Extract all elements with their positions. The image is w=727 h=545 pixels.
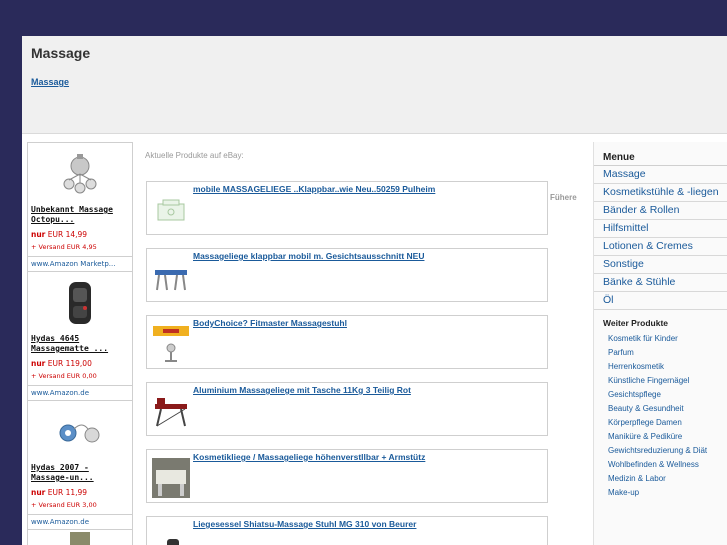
product-image[interactable] (31, 401, 129, 463)
item-image[interactable] (152, 458, 190, 498)
price-prefix: nur (31, 230, 46, 239)
item-image[interactable] (152, 257, 190, 297)
list-item[interactable]: BodyChoice? Fitmaster Massagestuhl (146, 315, 548, 369)
item-link[interactable]: Kosmetikliege / Massageliege höhenverstl… (193, 452, 425, 462)
sub-item-kosmetik-kinder[interactable]: Kosmetik für Kinder (594, 332, 727, 346)
product-card[interactable]: Hydas 4645 Massagematte ... nur EUR 119,… (28, 272, 132, 401)
item-image[interactable] (152, 324, 190, 364)
product-card[interactable]: Hydas 2007 - Massage-un... nur EUR 11,99… (28, 401, 132, 530)
item-image[interactable] (152, 525, 190, 545)
sub-item-medizin[interactable]: Medizin & Labor (594, 472, 727, 486)
menu-heading: Menue (594, 142, 727, 166)
shop-link[interactable]: www.Amazon Marketp... (28, 256, 132, 268)
header: Massage Massage (22, 36, 727, 134)
price-prefix: nur (31, 359, 46, 368)
product-image[interactable] (31, 143, 129, 205)
product-shipping: + Versand EUR 0,00 (31, 372, 97, 380)
product-card[interactable] (28, 530, 132, 545)
product-title[interactable]: Hydas 2007 - Massage-un... (31, 463, 129, 483)
list-item[interactable]: Aluminium Massageliege mit Tasche 11Kg 3… (146, 382, 548, 436)
menu-item-oel[interactable]: Öl (594, 292, 727, 310)
product-title[interactable]: Unbekannt Massage Octopu... (31, 205, 129, 225)
item-link[interactable]: Aluminium Massageliege mit Tasche 11Kg 3… (193, 385, 411, 395)
menu-item-lotionen[interactable]: Lotionen & Cremes (594, 238, 727, 256)
page: Massage Massage Unbekannt Massage Octopu… (22, 36, 727, 545)
menu-item-baenke[interactable]: Bänke & Stühle (594, 274, 727, 292)
item-image[interactable] (152, 391, 190, 431)
product-price: EUR 14,99 (47, 230, 88, 239)
fuehrer-label: Fühere (550, 193, 577, 202)
list-item[interactable]: Liegesessel Shiatsu-Massage Stuhl MG 310… (146, 516, 548, 545)
sub-item-herrenkosmetik[interactable]: Herrenkosmetik (594, 360, 727, 374)
product-shipping: + Versand EUR 3,00 (31, 501, 97, 509)
sidebar-menu: Menue Massage Kosmetikstühle & -liegen B… (593, 142, 727, 545)
list-item[interactable]: mobile MASSAGELIEGE ..Klappbar..wie Neu.… (146, 181, 548, 235)
price-prefix: nur (31, 488, 46, 497)
sub-item-wohlbefinden[interactable]: Wohlbefinden & Wellness (594, 458, 727, 472)
menu-item-kosmetikstuehle[interactable]: Kosmetikstühle & -liegen (594, 184, 727, 202)
product-price: EUR 11,99 (47, 488, 88, 497)
sub-item-parfum[interactable]: Parfum (594, 346, 727, 360)
sub-item-makeup[interactable]: Make-up (594, 486, 727, 500)
menu-item-baender[interactable]: Bänder & Rollen (594, 202, 727, 220)
sub-item-koerperpflege[interactable]: Körperpflege Damen (594, 416, 727, 430)
item-link[interactable]: Massageliege klappbar mobil m. Gesichtsa… (193, 251, 424, 261)
ebay-section-label: Aktuelle Produkte auf eBay: (145, 151, 244, 160)
sub-item-gesichtspflege[interactable]: Gesichtspflege (594, 388, 727, 402)
item-link[interactable]: BodyChoice? Fitmaster Massagestuhl (193, 318, 347, 328)
list-item[interactable]: Kosmetikliege / Massageliege höhenverstl… (146, 449, 548, 503)
shop-link[interactable]: www.Amazon.de (28, 385, 132, 397)
sub-item-fingernaegel[interactable]: Künstliche Fingernägel (594, 374, 727, 388)
shop-link[interactable]: www.Amazon.de (28, 514, 132, 526)
breadcrumb-link[interactable]: Massage (31, 77, 69, 87)
menu-item-massage[interactable]: Massage (594, 166, 727, 184)
sub-item-beauty[interactable]: Beauty & Gesundheit (594, 402, 727, 416)
product-image[interactable] (31, 272, 129, 334)
menu-item-sonstige[interactable]: Sonstige (594, 256, 727, 274)
product-shipping: + Versand EUR 4,95 (31, 243, 97, 251)
page-title: Massage (31, 45, 91, 61)
list-item[interactable]: Massageliege klappbar mobil m. Gesichtsa… (146, 248, 548, 302)
product-price: EUR 119,00 (47, 359, 92, 368)
item-link[interactable]: mobile MASSAGELIEGE ..Klappbar..wie Neu.… (193, 184, 435, 194)
sub-item-manikuere[interactable]: Maniküre & Pediküre (594, 430, 727, 444)
sub-item-gewichtsreduzierung[interactable]: Gewichtsreduzierung & Diät (594, 444, 727, 458)
weiter-heading: Weiter Produkte (603, 318, 669, 328)
item-link[interactable]: Liegesessel Shiatsu-Massage Stuhl MG 310… (193, 519, 416, 529)
item-image[interactable] (152, 190, 190, 230)
product-card[interactable]: Unbekannt Massage Octopu... nur EUR 14,9… (28, 143, 132, 272)
product-image[interactable] (31, 530, 129, 545)
amazon-products-column: Unbekannt Massage Octopu... nur EUR 14,9… (27, 142, 133, 545)
product-title[interactable]: Hydas 4645 Massagematte ... (31, 334, 129, 354)
menu-item-hilfsmittel[interactable]: Hilfsmittel (594, 220, 727, 238)
